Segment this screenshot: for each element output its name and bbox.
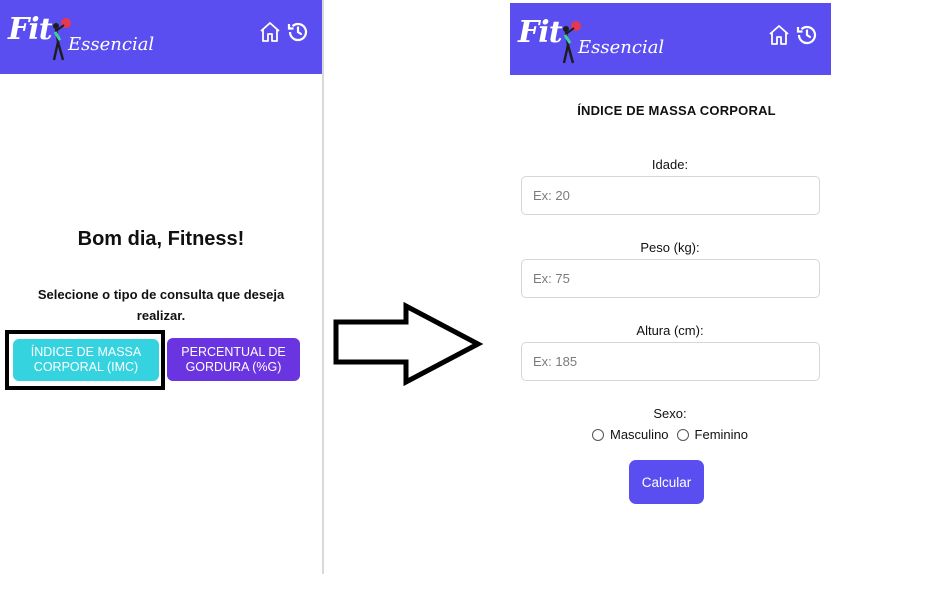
imc-form-title: ÍNDICE DE MASSA CORPORAL: [577, 103, 776, 118]
fit-essencial-logo[interactable]: Fit Essencial: [518, 11, 664, 67]
history-icon[interactable]: [795, 23, 819, 47]
radio-female-label: Feminino: [694, 427, 748, 442]
sex-option-female[interactable]: Feminino: [676, 427, 748, 442]
screen-divider: [322, 0, 324, 574]
weight-input[interactable]: [521, 259, 820, 298]
height-label: Altura (cm):: [636, 323, 704, 338]
imc-button[interactable]: ÍNDICE DE MASSA CORPORAL (IMC): [13, 339, 159, 381]
history-icon[interactable]: [286, 20, 310, 44]
home-icon[interactable]: [767, 23, 791, 47]
navigation-arrow-icon: [333, 301, 484, 387]
body-fat-button[interactable]: PERCENTUAL DE GORDURA (%G): [167, 338, 300, 381]
fit-essencial-logo[interactable]: Fit Essencial: [8, 8, 154, 64]
radio-female[interactable]: [676, 428, 689, 441]
consult-type-instructions: Selecione o tipo de consulta que deseja …: [37, 287, 285, 323]
app-bar-actions: [767, 23, 819, 47]
radio-male[interactable]: [592, 428, 604, 441]
sex-radio-group: Masculino Feminino: [520, 427, 820, 442]
sex-label: Sexo:: [653, 406, 687, 421]
age-label: Idade:: [651, 157, 689, 172]
logo-essencial-text: Essencial: [68, 34, 155, 55]
home-app-bar: Fit Essencial: [0, 0, 322, 74]
height-input[interactable]: [521, 342, 820, 381]
logo-essencial-text: Essencial: [578, 37, 665, 58]
sex-option-male[interactable]: Masculino: [592, 427, 669, 442]
greeting-heading: Bom dia, Fitness!: [77, 228, 245, 250]
imc-app-bar: Fit Essencial: [510, 3, 831, 75]
home-icon[interactable]: [258, 20, 282, 44]
screenshot-canvas: Fit Essencial Bom dia, Fitness! Selecion…: [0, 0, 946, 610]
weight-label: Peso (kg):: [640, 240, 700, 255]
app-bar-actions: [258, 20, 310, 44]
radio-male-label: Masculino: [610, 427, 669, 442]
calculate-button[interactable]: Calcular: [629, 460, 704, 504]
age-input[interactable]: [521, 176, 820, 215]
